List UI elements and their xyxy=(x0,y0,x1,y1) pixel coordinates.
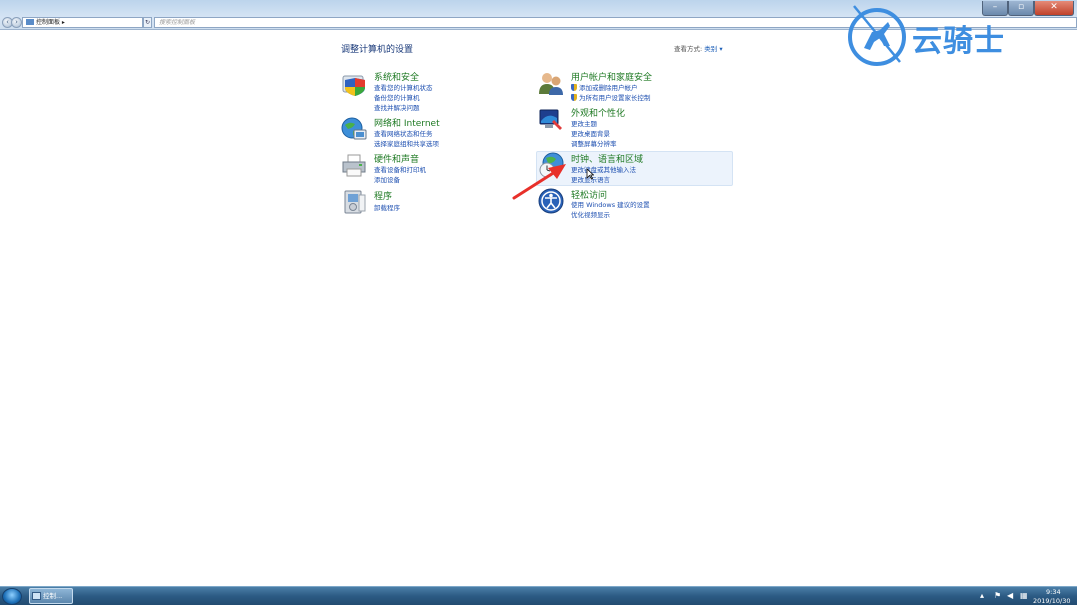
taskbar-item-label: 控制... xyxy=(43,592,63,600)
link-adjust-resolution[interactable]: 调整屏幕分辨率 xyxy=(571,138,617,148)
link-add-remove-accounts[interactable]: 添加或删除用户帐户 xyxy=(571,82,638,92)
link-windows-suggested-settings[interactable]: 使用 Windows 建议的设置 xyxy=(571,199,650,209)
watermark-text: 云骑士 xyxy=(912,24,1005,59)
forward-button[interactable]: › xyxy=(11,17,22,28)
refresh-button[interactable]: ↻ xyxy=(143,17,152,28)
action-center-flag-icon[interactable]: ⚑ xyxy=(994,592,1001,600)
link-uninstall-program[interactable]: 卸载程序 xyxy=(374,202,400,212)
volume-icon[interactable]: ◀ xyxy=(1007,592,1013,600)
network-icon[interactable]: ▦ xyxy=(1020,592,1028,600)
link-change-desktop-background[interactable]: 更改桌面背景 xyxy=(571,128,610,138)
taskbar-item-control-panel[interactable]: 控制... xyxy=(29,588,73,604)
show-hidden-icons-icon[interactable]: ▴ xyxy=(980,592,984,600)
watermark-logo: 云骑士 xyxy=(844,2,1064,68)
uac-shield-icon xyxy=(571,84,577,91)
link-change-theme[interactable]: 更改主题 xyxy=(571,118,597,128)
page-title: 调整计算机的设置 xyxy=(341,45,414,55)
taskbar-clock-date[interactable]: 2019/10/30 xyxy=(1033,597,1070,605)
mouse-cursor-icon xyxy=(586,168,594,180)
view-by-selector[interactable]: 查看方式: 类别 ▾ xyxy=(674,43,723,53)
programs-box-icon xyxy=(344,190,366,214)
link-troubleshoot[interactable]: 查找并解决问题 xyxy=(374,102,420,112)
red-annotation-arrow-icon xyxy=(512,164,566,200)
taskbar: 控制... ▴ ⚑ ◀ ▦ xyxy=(0,586,1077,605)
start-button[interactable] xyxy=(2,588,22,605)
category-title-programs[interactable]: 程序 xyxy=(374,189,392,202)
link-parental-controls[interactable]: 为所有用户设置家长控制 xyxy=(571,92,651,102)
display-personalization-icon xyxy=(539,109,562,130)
link-view-network-status[interactable]: 查看网络状态和任务 xyxy=(374,128,433,138)
link-change-keyboard-input[interactable]: 更改键盘或其他输入法 xyxy=(571,164,636,174)
breadcrumb-control-panel[interactable]: 控制面板 xyxy=(36,19,60,26)
view-by-label: 查看方式: xyxy=(674,45,703,53)
address-bar[interactable]: 控制面板 ▸ xyxy=(22,17,143,28)
link-devices-printers[interactable]: 查看设备和打印机 xyxy=(374,164,426,174)
control-panel-screen: ‹ › 控制面板 ▸ ↻ 搜索控制面板 – ▫ ✕ 云骑士 调整计算机的设置 查… xyxy=(0,0,1077,605)
link-optimize-visual-display[interactable]: 优化视频显示 xyxy=(571,209,610,219)
users-icon xyxy=(539,73,563,95)
view-by-value[interactable]: 类别 ▾ xyxy=(704,45,722,53)
uac-shield-icon xyxy=(571,94,577,101)
link-add-device[interactable]: 添加设备 xyxy=(374,174,400,184)
printer-icon xyxy=(342,154,366,177)
link-view-computer-status[interactable]: 查看您的计算机状态 xyxy=(374,82,433,92)
control-panel-icon xyxy=(26,19,34,25)
shield-icon xyxy=(342,75,365,96)
network-globe-icon xyxy=(341,117,367,140)
taskbar-clock-time[interactable]: 9:34 xyxy=(1046,588,1061,596)
link-backup-computer[interactable]: 备份您的计算机 xyxy=(374,92,420,102)
link-homegroup-sharing[interactable]: 选择家庭组和共享选项 xyxy=(374,138,439,148)
knight-logo-icon xyxy=(848,5,906,66)
control-panel-icon xyxy=(32,592,41,600)
